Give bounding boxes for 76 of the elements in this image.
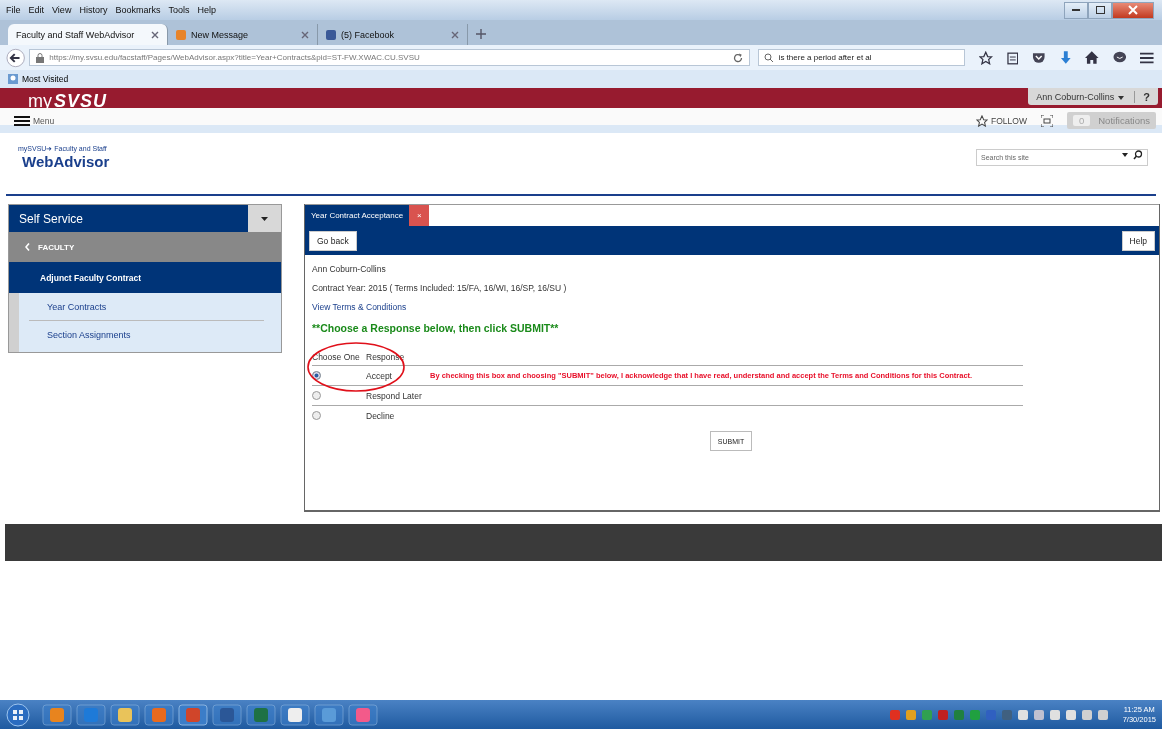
go-back-button[interactable]: Go back bbox=[309, 230, 357, 251]
start-button[interactable] bbox=[6, 702, 30, 727]
tray-icon[interactable] bbox=[1097, 709, 1108, 720]
response-label: Decline bbox=[366, 410, 396, 421]
menu-item[interactable]: View bbox=[52, 5, 72, 15]
bookmark-link[interactable]: Most Visited bbox=[22, 74, 69, 84]
star-icon[interactable] bbox=[979, 50, 993, 65]
download-icon[interactable] bbox=[1059, 50, 1072, 65]
tray-icon[interactable] bbox=[1081, 709, 1092, 720]
follow-button[interactable]: FOLLOW bbox=[976, 114, 1027, 127]
menu-item[interactable]: History bbox=[79, 5, 108, 15]
app-icon[interactable] bbox=[110, 703, 140, 726]
close-button[interactable] bbox=[1112, 1, 1154, 19]
instruction-text: **Choose a Response below, then click SUBMIT** bbox=[312, 321, 560, 336]
menu-item[interactable]: Help bbox=[197, 5, 216, 15]
menu-button[interactable]: Menu bbox=[14, 115, 55, 126]
reload-icon[interactable] bbox=[732, 52, 743, 63]
bookmark-icon bbox=[8, 74, 18, 84]
app-icon[interactable] bbox=[280, 703, 310, 726]
menu-item[interactable]: Bookmarks bbox=[115, 5, 161, 15]
menu-icon bbox=[14, 115, 30, 126]
home-icon[interactable] bbox=[1085, 51, 1099, 64]
page-title: WebAdvisor bbox=[21, 153, 110, 170]
close-icon bbox=[1128, 5, 1138, 15]
close-icon[interactable] bbox=[451, 30, 459, 39]
clipboard-icon[interactable] bbox=[1006, 50, 1019, 65]
help-button[interactable]: Help bbox=[1121, 230, 1155, 251]
sidebar-item[interactable]: Adjunct Faculty Contract bbox=[9, 262, 281, 293]
star-icon bbox=[976, 114, 989, 127]
sidebar-link[interactable]: Section Assignments bbox=[29, 320, 264, 348]
menu-item[interactable]: Edit bbox=[28, 5, 45, 15]
tray-icon[interactable] bbox=[1049, 709, 1060, 720]
back-icon[interactable] bbox=[6, 47, 26, 68]
tray-icon[interactable] bbox=[1065, 709, 1076, 720]
search-field[interactable]: is there a period after et al bbox=[757, 49, 966, 66]
lock-icon bbox=[36, 52, 45, 63]
close-icon[interactable] bbox=[301, 30, 309, 39]
radio-button[interactable] bbox=[312, 391, 321, 400]
user-name: Ann Coburn-Collins bbox=[312, 262, 387, 276]
radio-button[interactable] bbox=[312, 371, 321, 380]
minimize-button[interactable] bbox=[1064, 1, 1088, 19]
tray-icon[interactable] bbox=[1033, 709, 1044, 720]
user-menu[interactable]: Ann Coburn-Collins bbox=[1036, 91, 1125, 102]
response-label: Respond Later bbox=[366, 390, 423, 401]
search-icon[interactable] bbox=[1133, 150, 1143, 160]
focus-icon[interactable] bbox=[1040, 114, 1053, 127]
restore-button[interactable] bbox=[1088, 1, 1112, 19]
tray-icon[interactable] bbox=[1017, 709, 1028, 720]
menu-item[interactable]: Tools bbox=[168, 5, 190, 15]
menu-item[interactable]: File bbox=[6, 5, 21, 15]
browser-tab[interactable]: Faculty and Staff WebAdvisor bbox=[8, 24, 168, 45]
close-tab-button[interactable]: × bbox=[409, 205, 430, 226]
sidebar-link[interactable]: Year Contracts bbox=[19, 293, 264, 320]
app-icon[interactable] bbox=[178, 703, 208, 726]
app-icon[interactable] bbox=[212, 703, 242, 726]
chevron-icon bbox=[25, 243, 30, 251]
pocket-icon[interactable] bbox=[1032, 51, 1046, 64]
help-link[interactable]: ? bbox=[1134, 90, 1150, 103]
sidebar-back-link[interactable]: FACULTY bbox=[9, 232, 281, 262]
close-icon[interactable] bbox=[151, 30, 159, 39]
caret-icon bbox=[261, 216, 268, 221]
menu-icon[interactable] bbox=[1140, 51, 1154, 64]
contract-year: Contract Year: 2015 ( Terms Included: 15/FA, 16/WI, 16/SP, 16/SU ) bbox=[312, 281, 568, 295]
tray-icon[interactable] bbox=[905, 709, 916, 720]
chat-icon[interactable] bbox=[1112, 51, 1127, 64]
app-icon[interactable] bbox=[42, 703, 72, 726]
caret-icon bbox=[1118, 95, 1125, 100]
address-field[interactable]: https://my.svsu.edu/facstaff/Pages/WebAdvisor.aspx?title=Year+Contracts&pid=ST-FW.XWAC.CU.SVSU bbox=[29, 49, 750, 66]
search-icon bbox=[763, 52, 774, 63]
panel-tab[interactable]: Year Contract Acceptance bbox=[305, 205, 410, 226]
caret-icon[interactable] bbox=[1122, 153, 1128, 157]
sidebar-title: Self Service bbox=[18, 210, 85, 228]
new-tab-icon[interactable] bbox=[476, 29, 486, 39]
terms-link[interactable]: View Terms & Conditions bbox=[312, 301, 407, 312]
response-label: Accept bbox=[366, 370, 393, 381]
radio-button[interactable] bbox=[312, 411, 321, 420]
